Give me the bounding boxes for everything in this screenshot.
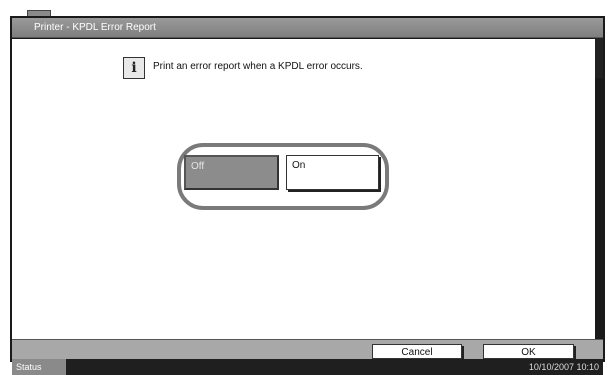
action-bar: Cancel OK	[12, 339, 603, 360]
info-icon: i	[123, 57, 145, 79]
on-button[interactable]: On	[286, 155, 379, 190]
date-time: 10/10/2007 10:10	[528, 362, 599, 372]
status-bar: Status 10/10/2007 10:10	[12, 359, 603, 375]
info-message: Print an error report when a KPDL error …	[153, 61, 363, 72]
ok-button[interactable]: OK	[483, 344, 574, 359]
cancel-button[interactable]: Cancel	[372, 344, 462, 359]
off-button[interactable]: Off	[184, 155, 279, 190]
panel-frame: Printer - KPDL Error Report i Print an e…	[10, 16, 605, 375]
status-button[interactable]: Status	[12, 359, 66, 375]
window-title: Printer - KPDL Error Report	[12, 18, 603, 38]
